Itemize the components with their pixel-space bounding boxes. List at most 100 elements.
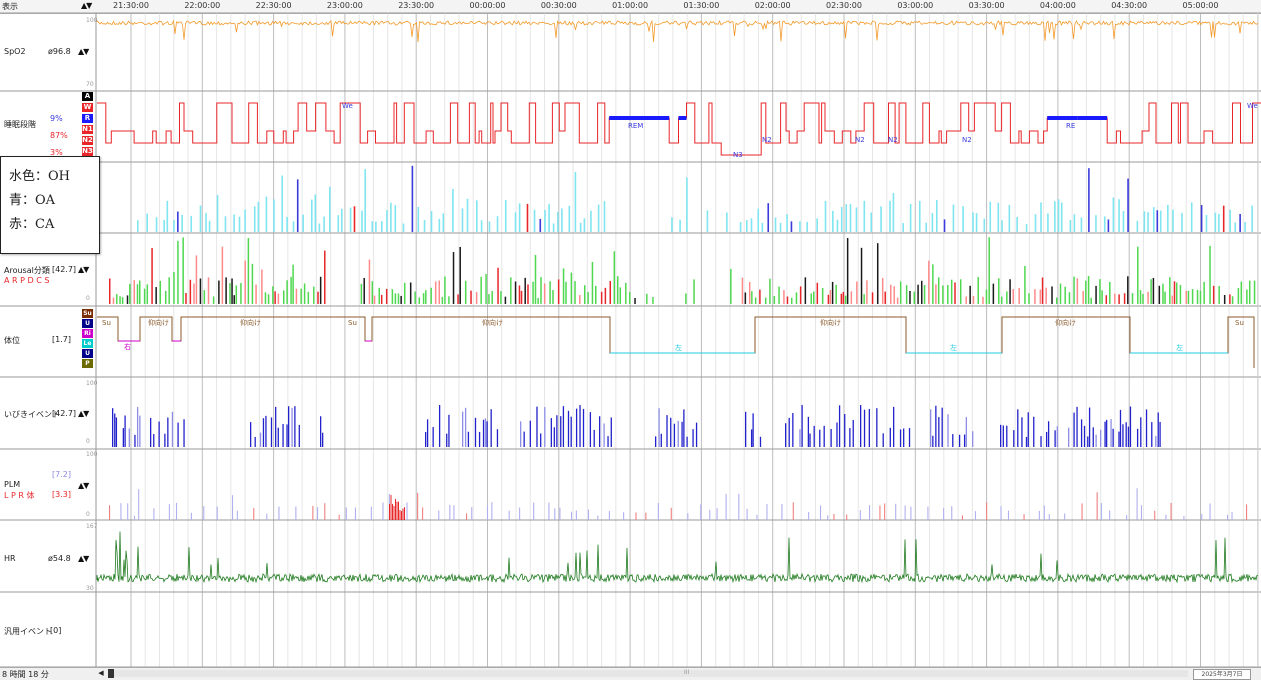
arousal-event-bar xyxy=(1199,290,1202,304)
arousal-event-bar xyxy=(1175,282,1178,304)
respiratory-event-bar xyxy=(273,199,275,232)
plm-event-bar xyxy=(345,507,347,520)
snore-event-bar xyxy=(1027,412,1029,447)
plm-event-bar xyxy=(266,513,268,520)
scrollbar-thumb[interactable] xyxy=(108,669,114,678)
respiratory-event-bar xyxy=(411,165,414,232)
spo2-trace xyxy=(96,19,1259,43)
arousal-event-bar xyxy=(485,273,487,304)
snore-scale-arrows[interactable]: ▲▼ xyxy=(78,409,89,418)
scroll-left-button[interactable]: ◀ xyxy=(96,669,106,678)
arousal-event-bar xyxy=(282,290,285,304)
sleep-stage-nrem-pct: 87% xyxy=(50,131,68,140)
arousal-event-bar xyxy=(317,291,319,304)
position-annotation: 仰向け xyxy=(148,318,169,327)
plm-event-bar xyxy=(869,505,871,520)
plm-event-bar xyxy=(587,509,590,520)
arousal-event-bar xyxy=(518,285,521,304)
plm-event-bar xyxy=(635,512,637,520)
arousal-event-bar xyxy=(277,293,280,304)
arousal-event-bar xyxy=(616,276,619,304)
arousal-event-bar xyxy=(844,295,847,304)
arousal-event-bar xyxy=(324,250,326,304)
plm-event-bar xyxy=(190,512,192,520)
arousal-event-bar xyxy=(1109,281,1111,304)
arousal-event-bar xyxy=(247,238,250,304)
hr-label: HR xyxy=(4,554,16,563)
snore-event-bar xyxy=(177,422,179,447)
snore-event-bar xyxy=(553,427,555,447)
spo2-scale-arrows[interactable]: ▲▼ xyxy=(78,47,89,56)
snore-event-bar xyxy=(114,413,116,447)
plm-event-bar xyxy=(253,507,255,520)
sleep-stage-rem-pct: 9% xyxy=(50,114,63,123)
arousal-event-bar xyxy=(1173,281,1176,304)
snore-event-bar xyxy=(544,407,546,447)
respiratory-event-bar xyxy=(539,218,542,232)
snore-event-bar xyxy=(823,425,825,447)
arousal-event-bar xyxy=(998,278,1000,304)
plm-event-bar xyxy=(390,494,392,520)
snore-event-bar xyxy=(686,436,688,447)
arousal-event-bar xyxy=(400,295,402,304)
timeline-scrollbar[interactable] xyxy=(108,670,1188,677)
arousal-event-bar xyxy=(786,296,789,304)
snore-event-bar xyxy=(567,410,570,447)
arousal-event-bar xyxy=(816,282,819,304)
respiratory-event-bar xyxy=(925,222,928,232)
sleep-stage-annotation: N2 xyxy=(762,136,772,144)
snore-event-bar xyxy=(490,409,492,447)
snore-value: [42.7] xyxy=(52,409,77,418)
snore-event-bar xyxy=(1118,431,1120,447)
snore-event-bar xyxy=(935,405,937,447)
snore-event-bar xyxy=(938,417,940,447)
respiratory-event-bar xyxy=(892,192,895,232)
respiratory-event-bar xyxy=(442,213,445,232)
arousal-event-bar xyxy=(378,287,381,304)
arousal-event-bar xyxy=(225,277,227,304)
respiratory-event-bar xyxy=(466,198,469,232)
arousal-event-bar xyxy=(185,293,187,304)
arousal-event-bar xyxy=(860,247,863,304)
arousal-event-bar xyxy=(595,285,597,304)
position-label: 体位 xyxy=(4,336,20,345)
signal-plot[interactable]: We REM N3 N2 N2 N2 N2 RE We Su 右 仰向け 仰向け Su 仰向け左 仰向け左 仰向… xyxy=(0,0,1261,679)
arousal-event-bar xyxy=(840,293,843,304)
arousal-event-bar xyxy=(1152,277,1155,304)
plm-event-bar xyxy=(738,493,740,520)
respiratory-event-bar xyxy=(943,219,946,232)
respiratory-event-bar xyxy=(557,211,559,232)
respiratory-event-bar xyxy=(1008,204,1011,232)
snore-event-bar xyxy=(610,417,612,447)
arousal-event-bar xyxy=(119,296,121,304)
respiratory-event-bar xyxy=(1214,212,1217,232)
respiratory-event-bar xyxy=(936,199,938,232)
arousal-event-bar xyxy=(950,279,953,304)
arousal-event-bar xyxy=(969,285,971,304)
plm-event-bar xyxy=(491,502,493,520)
respiratory-event-bar xyxy=(679,219,681,232)
arousal-event-bar xyxy=(977,277,980,304)
plm-event-bar xyxy=(766,504,768,520)
date-display[interactable]: 2025年3月7日 xyxy=(1193,669,1251,680)
arousal-event-bar xyxy=(540,277,542,304)
arousal-event-bar xyxy=(1240,281,1243,304)
arousal-event-bar xyxy=(1150,279,1152,304)
snore-event-bar xyxy=(540,433,542,447)
arousal-event-bar xyxy=(1009,279,1011,304)
arousal-event-bar xyxy=(1196,289,1199,304)
hr-scale-arrows[interactable]: ▲▼ xyxy=(78,554,89,563)
rem-period-bar xyxy=(1077,116,1108,120)
arousal-event-bar xyxy=(613,251,616,304)
arousal-event-bar xyxy=(520,290,523,304)
plm-scale-arrows[interactable]: ▲▼ xyxy=(78,481,89,490)
arousal-event-bar xyxy=(790,297,793,304)
respiratory-event-bar xyxy=(561,208,563,232)
respiratory-event-bar xyxy=(870,212,873,232)
snore-event-bar xyxy=(262,418,265,447)
arousal-event-bar xyxy=(193,283,195,304)
snore-event-bar xyxy=(677,420,679,447)
arousal-event-bar xyxy=(497,267,499,304)
respiratory-event-bar xyxy=(173,220,175,232)
arousal-scale-arrows[interactable]: ▲▼ xyxy=(78,265,89,274)
